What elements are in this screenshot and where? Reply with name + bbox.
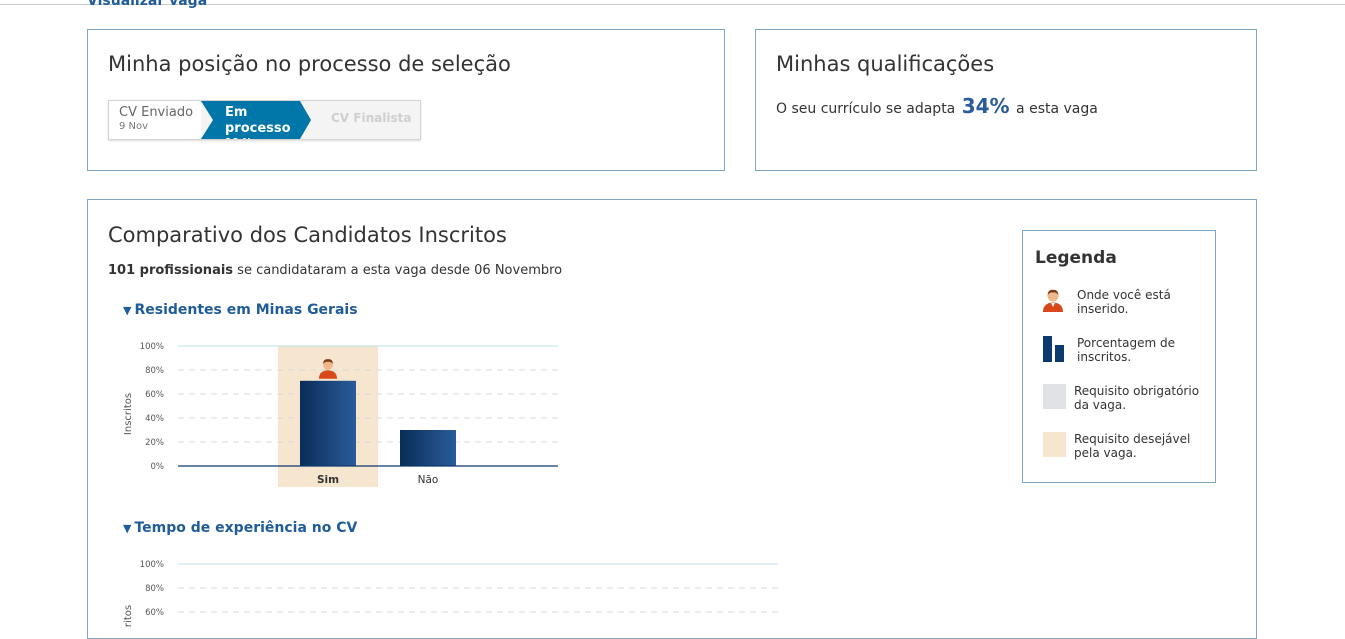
candidates-comparison-panel: Comparativo dos Candidatos Inscritos 101… — [87, 199, 1257, 639]
y-axis-label: Inscritos — [123, 393, 134, 435]
legend-item-desired: Requisito desejável pela vaga. — [1041, 432, 1211, 466]
y-axis-label: Inscritos — [123, 605, 134, 628]
section-experience-toggle[interactable]: ▼ Tempo de experiência no CV — [123, 520, 357, 536]
y-tick-label: 100% — [140, 560, 164, 570]
section-title-text: Tempo de experiência no CV — [134, 520, 358, 536]
qualifications-panel: Minhas qualificações O seu currículo se … — [755, 29, 1257, 171]
step-label: Em processo — [225, 105, 291, 136]
step-cv-enviado: CV Enviado 9 Nov — [109, 101, 201, 139]
y-tick-label: 60% — [145, 608, 164, 618]
match-text-after: a esta vaga — [1016, 101, 1098, 117]
y-tick-label: 0% — [151, 462, 165, 472]
person-icon — [1043, 289, 1063, 312]
section-residents-toggle[interactable]: ▼ Residentes em Minas Gerais — [123, 302, 358, 318]
legend-text: Requisito desejável pela vaga. — [1074, 432, 1191, 460]
triangle-down-icon: ▼ — [123, 304, 132, 317]
x-tick-label: Não — [418, 474, 439, 486]
step-em-processo: Em processo 10 Nov — [201, 101, 311, 139]
step-label: CV Finalista — [331, 111, 412, 125]
y-tick-label: 40% — [145, 414, 164, 424]
legend-box: Legenda Onde você está inserido. Porcent… — [1022, 230, 1216, 483]
qualifications-title: Minhas qualificações — [776, 52, 995, 76]
step-cv-finalista: CV Finalista — [331, 101, 421, 139]
beige-swatch — [1043, 432, 1066, 457]
x-tick-label: Sim — [317, 474, 339, 486]
bar — [400, 430, 456, 466]
view-job-link[interactable]: Visualizar vaga — [87, 0, 207, 18]
match-text: O seu currículo se adapta 34% a esta vag… — [776, 94, 1098, 118]
match-text-before: O seu currículo se adapta — [776, 101, 956, 117]
applicant-count: 101 profissionais — [108, 263, 234, 278]
legend-text: Onde você está inserido. — [1077, 288, 1171, 316]
match-percent: 34% — [961, 94, 1010, 118]
experience-chart: 100% 80% 60% Inscritos — [123, 560, 778, 628]
section-title-text: Residentes em Minas Gerais — [134, 302, 358, 318]
position-title: Minha posição no processo de seleção — [108, 52, 511, 76]
step-label: CV Enviado — [119, 105, 194, 120]
bar — [300, 380, 356, 466]
legend-text: Requisito obrigatório da vaga. — [1074, 384, 1200, 412]
residents-chart: 100% 80% 60% 40% 20% 0% Sim Não Inscritos — [123, 342, 558, 487]
selection-position-panel: Minha posição no processo de seleção CV … — [87, 29, 725, 171]
legend-item-bar: Porcentagem de inscritos. — [1041, 336, 1211, 370]
y-tick-label: 80% — [145, 584, 164, 594]
y-tick-label: 100% — [140, 342, 164, 352]
y-tick-label: 60% — [145, 390, 164, 400]
bar-icon — [1043, 336, 1064, 362]
y-tick-label: 80% — [145, 366, 164, 376]
legend-item-you: Onde você está inserido. — [1041, 288, 1211, 322]
legend-text: Porcentagem de inscritos. — [1077, 336, 1175, 364]
triangle-down-icon: ▼ — [123, 522, 132, 535]
step-date: 9 Nov — [119, 121, 149, 132]
subtitle-rest: se candidataram a esta vaga desde 06 Nov… — [237, 263, 563, 278]
comparison-title: Comparativo dos Candidatos Inscritos — [108, 223, 507, 247]
process-steps: CV Enviado 9 Nov Em processo 10 Nov CV F… — [108, 100, 421, 140]
grey-swatch — [1043, 384, 1066, 409]
legend-item-required: Requisito obrigatório da vaga. — [1041, 384, 1211, 418]
step-date: 10 Nov — [225, 137, 265, 148]
comparison-subtitle: 101 profissionais se candidataram a esta… — [108, 263, 562, 278]
legend-title: Legenda — [1035, 248, 1117, 268]
y-tick-label: 20% — [145, 438, 164, 448]
